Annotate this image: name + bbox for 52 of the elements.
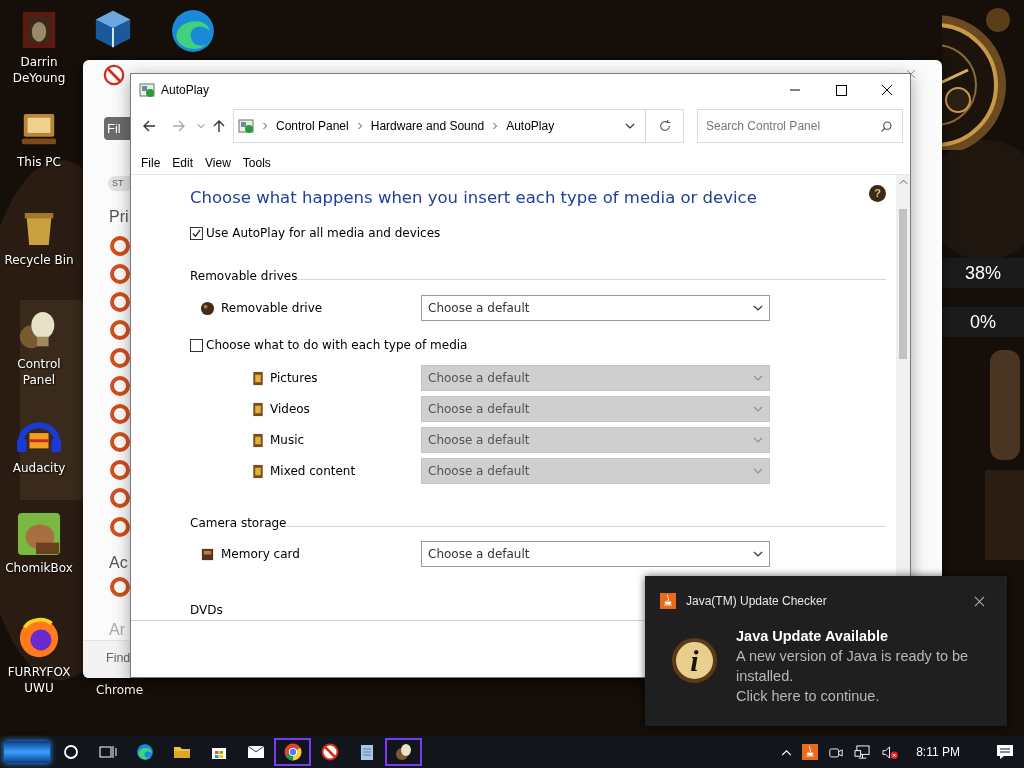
media-label: Pictures <box>270 370 318 387</box>
media-label: Videos <box>270 401 310 418</box>
icon-label[interactable]: Control Panel <box>0 356 78 388</box>
section-heading: Pri <box>109 207 129 227</box>
filter-chip[interactable]: ST <box>108 176 130 191</box>
icon-label[interactable]: ChomikBox <box>5 560 73 576</box>
window-title: AutoPlay <box>161 81 210 99</box>
menu-item[interactable]: File <box>136 153 166 172</box>
percentage-reading: 38% <box>942 258 1024 288</box>
page-heading: Choose what happens when you insert each type of media or device <box>190 187 757 209</box>
notification-action[interactable]: Click here to continue. <box>736 686 880 706</box>
checkbox-label[interactable]: Choose what to do with each type of media <box>206 336 468 354</box>
file-button[interactable]: Fil <box>104 117 130 140</box>
menu-item[interactable]: Tools <box>237 153 276 172</box>
breadcrumb-item[interactable]: Control Panel <box>276 117 349 135</box>
default-action-dropdown[interactable]: Choose a default <box>421 295 770 321</box>
find-label: Find <box>106 650 131 667</box>
default-action-dropdown: Choose a default <box>421 458 770 484</box>
taskbar-clock[interactable]: 8:11 PM <box>916 743 960 761</box>
media-label: Memory card <box>221 546 300 563</box>
section-label: DVDs <box>190 602 223 619</box>
menu-item[interactable]: Edit <box>167 153 199 172</box>
info-icon: i <box>672 638 717 683</box>
help-icon[interactable]: ? <box>869 185 886 202</box>
icon-label[interactable]: This PC <box>17 154 61 170</box>
media-label: Music <box>270 432 305 449</box>
icon-label[interactable]: Chrome <box>96 681 144 699</box>
media-label: Mixed content <box>270 463 356 480</box>
section-label: Removable drives <box>190 268 298 285</box>
checkbox-label[interactable]: Use AutoPlay for all media and devices <box>206 224 441 242</box>
notification-toast[interactable]: Java(TM) Update Checker i Java Update Available A new version of Java is ready to be installed. Click here to continue. <box>645 576 1007 726</box>
icon-label[interactable]: Audacity <box>12 460 66 476</box>
breadcrumb-item[interactable]: AutoPlay <box>506 117 555 135</box>
default-action-dropdown[interactable]: Choose a default <box>421 541 770 567</box>
icon-label[interactable]: FURRYFOX UWU <box>0 664 78 696</box>
breadcrumb-item[interactable]: Hardware and Sound <box>370 117 485 135</box>
section-heading: Ac <box>109 553 128 573</box>
search-field[interactable]: Search Control Panel <box>697 109 903 143</box>
section-label: Camera storage <box>190 515 287 532</box>
address-bar[interactable]: Control Panel Hardware and Sound AutoPlay <box>233 109 646 143</box>
icon-label[interactable]: Darrin DeYoung <box>0 54 78 86</box>
section-heading: Ar <box>109 620 125 640</box>
notification-body: A new version of Java is ready to be installed. <box>736 647 970 686</box>
media-label: Removable drive <box>221 300 323 317</box>
icon-label[interactable]: Recycle Bin <box>4 252 74 268</box>
notification-title: Java Update Available <box>736 627 889 646</box>
default-action-dropdown: Choose a default <box>421 427 770 453</box>
app-name: Java(TM) Update Checker <box>686 593 827 610</box>
menu-item[interactable]: View <box>200 153 236 172</box>
default-action-dropdown: Choose a default <box>421 365 770 391</box>
percentage-reading: 0% <box>942 307 1024 337</box>
default-action-dropdown: Choose a default <box>421 396 770 422</box>
